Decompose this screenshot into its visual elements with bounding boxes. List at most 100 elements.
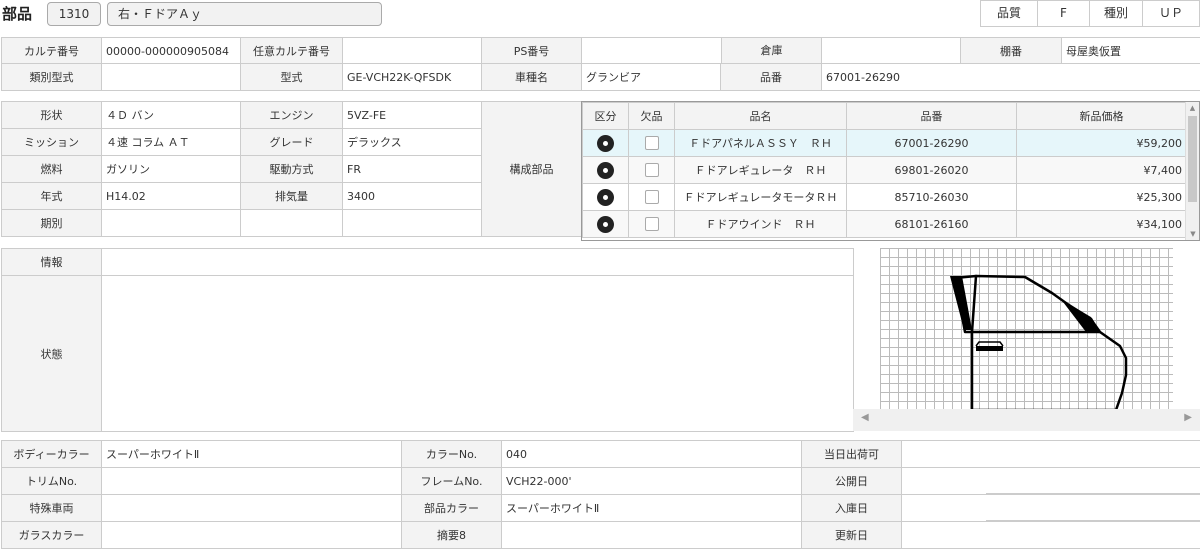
stock-value[interactable]: [903, 496, 987, 521]
karte-label: カルテ番号: [1, 37, 102, 65]
glass-color-label: ガラスカラー: [1, 521, 102, 549]
disc-icon[interactable]: [597, 188, 614, 206]
summary-value[interactable]: [501, 521, 802, 549]
info-value[interactable]: [101, 248, 854, 276]
displacement-value[interactable]: 3400: [342, 182, 482, 210]
update-label: 更新日: [801, 521, 902, 549]
disc-icon[interactable]: [597, 161, 614, 179]
karte-table: カルテ番号 00000-000000905084 任意カルテ番号 PS番号 倉庫…: [1, 37, 1200, 65]
col-hinban[interactable]: 品番: [846, 102, 1017, 130]
trim-value[interactable]: [101, 467, 402, 495]
type-value: ＵＰ: [1142, 0, 1200, 27]
state-label: 状態: [1, 275, 102, 432]
part-color-value[interactable]: スーパーホワイトⅡ: [501, 494, 802, 522]
table-row[interactable]: ＦドアパネルＡＳＳＹ ＲＨ 67001-26290 ¥59,200: [582, 129, 1187, 157]
col-price[interactable]: 新品価格: [1016, 102, 1187, 130]
table-row[interactable]: Ｆドアレギュレータ ＲＨ 69801-26020 ¥7,400: [582, 156, 1187, 184]
col-hinmei[interactable]: 品名: [674, 102, 847, 130]
part-price: ¥7,400: [1016, 156, 1187, 184]
door-drawing: [950, 274, 1128, 412]
body-color-label: ボディーカラー: [1, 440, 102, 468]
grade-value[interactable]: デラックス: [342, 128, 482, 156]
color-no-value[interactable]: 040: [501, 440, 802, 468]
update-value[interactable]: [901, 521, 1200, 549]
ketsuhin-checkbox[interactable]: [644, 190, 659, 204]
components-label: 構成部品: [481, 101, 582, 237]
parts-scrollbar[interactable]: ▲ ▼: [1185, 102, 1199, 240]
ketsuhin-checkbox[interactable]: [644, 136, 659, 150]
door-diagram[interactable]: [880, 248, 1173, 412]
frame-label: フレームNo.: [401, 467, 502, 495]
col-ketsuhin[interactable]: 欠品: [628, 102, 675, 130]
part-price: ¥34,100: [1016, 210, 1187, 238]
nini-karte-value[interactable]: [342, 37, 482, 65]
ps-value-cell[interactable]: 倉庫: [581, 37, 822, 65]
part-name: Ｆドアレギュレータ ＲＨ: [674, 156, 847, 184]
ketsuhin-checkbox[interactable]: [644, 217, 659, 231]
scroll-thumb[interactable]: [1188, 116, 1197, 202]
part-name: Ｆドアウインド ＲＨ: [674, 210, 847, 238]
arrow-up-icon[interactable]: ▲: [1186, 102, 1199, 114]
table-row[interactable]: Ｆドアウインド ＲＨ 68101-26160 ¥34,100: [582, 210, 1187, 238]
arrow-right-icon[interactable]: ▶: [1184, 412, 1192, 423]
stock-value-ext: [986, 496, 1200, 521]
public-value-ext: [986, 469, 1200, 494]
col-kubun[interactable]: 区分: [582, 102, 629, 130]
public-value-cell[interactable]: [901, 467, 1200, 495]
state-value[interactable]: [101, 275, 854, 432]
nini-karte-label: 任意カルテ番号: [240, 37, 343, 65]
spec-empty-a: [240, 209, 343, 237]
stock-value-cell[interactable]: [901, 494, 1200, 522]
year-value[interactable]: H14.02: [101, 182, 241, 210]
shape-value[interactable]: ４Ｄ バン: [101, 101, 241, 129]
type-label: 種別: [1089, 0, 1143, 27]
model-table: 類別型式 型式 GE-VCH22K-QFSDK 車種名 グランビア 品番 670…: [1, 63, 1200, 91]
spec-table: 形状 ４Ｄ バン エンジン 5VZ-FE 構成部品 ミッション ４速 コラム Ａ…: [1, 101, 582, 237]
tana-value[interactable]: 母屋奥仮置: [1061, 37, 1200, 65]
arrow-left-icon[interactable]: ◀: [861, 412, 869, 423]
color-no-label: カラーNo.: [401, 440, 502, 468]
body-color-value[interactable]: スーパーホワイトⅡ: [101, 440, 402, 468]
katashiki-value[interactable]: GE-VCH22K-QFSDK: [342, 63, 482, 91]
hinban-label: 品番: [720, 63, 822, 91]
part-number: 85710-26030: [846, 183, 1017, 211]
part-name: ＦドアパネルＡＳＳＹ ＲＨ: [674, 129, 847, 157]
shape-label: 形状: [1, 101, 102, 129]
drive-value[interactable]: FR: [342, 155, 482, 183]
period-value[interactable]: [101, 209, 241, 237]
public-value[interactable]: [903, 469, 987, 494]
shamei-value[interactable]: グランビア: [581, 63, 721, 91]
part-price: ¥25,300: [1016, 183, 1187, 211]
mission-label: ミッション: [1, 128, 102, 156]
disc-icon[interactable]: [597, 215, 614, 233]
souko-value[interactable]: [821, 37, 961, 65]
ketsuhin-checkbox[interactable]: [644, 163, 659, 177]
period-label: 期別: [1, 209, 102, 237]
karte-value[interactable]: 00000-000000905084: [101, 37, 241, 65]
ps-value[interactable]: [583, 39, 722, 64]
table-row[interactable]: ＦドアレギュレータモータＲＨ 85710-26030 ¥25,300: [582, 183, 1187, 211]
souko-label: 倉庫: [721, 38, 821, 64]
quality-value: F: [1037, 0, 1090, 27]
fuel-value[interactable]: ガソリン: [101, 155, 241, 183]
part-code-field[interactable]: 1310: [47, 2, 101, 26]
part-name-field[interactable]: 右・ＦドアＡｙ: [107, 2, 382, 26]
info-label: 情報: [1, 248, 102, 276]
arrow-down-icon[interactable]: ▼: [1186, 228, 1199, 240]
mission-value[interactable]: ４速 コラム ＡＴ: [101, 128, 241, 156]
glass-color-value[interactable]: [101, 521, 402, 549]
katashiki-label: 型式: [240, 63, 343, 91]
ps-label: PS番号: [481, 37, 582, 65]
disc-icon[interactable]: [597, 134, 614, 152]
shipping-value[interactable]: [901, 440, 1200, 468]
engine-label: エンジン: [240, 101, 343, 129]
displacement-label: 排気量: [240, 182, 343, 210]
diagram-panel: ◀ ▶: [853, 248, 1200, 431]
frame-value[interactable]: VCH22-000': [501, 467, 802, 495]
ruibetsu-value[interactable]: [101, 63, 241, 91]
diagram-scrollbar[interactable]: ◀ ▶: [853, 409, 1200, 431]
special-value[interactable]: [101, 494, 402, 522]
hinban-value[interactable]: 67001-26290: [821, 63, 1200, 91]
engine-value[interactable]: 5VZ-FE: [342, 101, 482, 129]
part-color-label: 部品カラー: [401, 494, 502, 522]
